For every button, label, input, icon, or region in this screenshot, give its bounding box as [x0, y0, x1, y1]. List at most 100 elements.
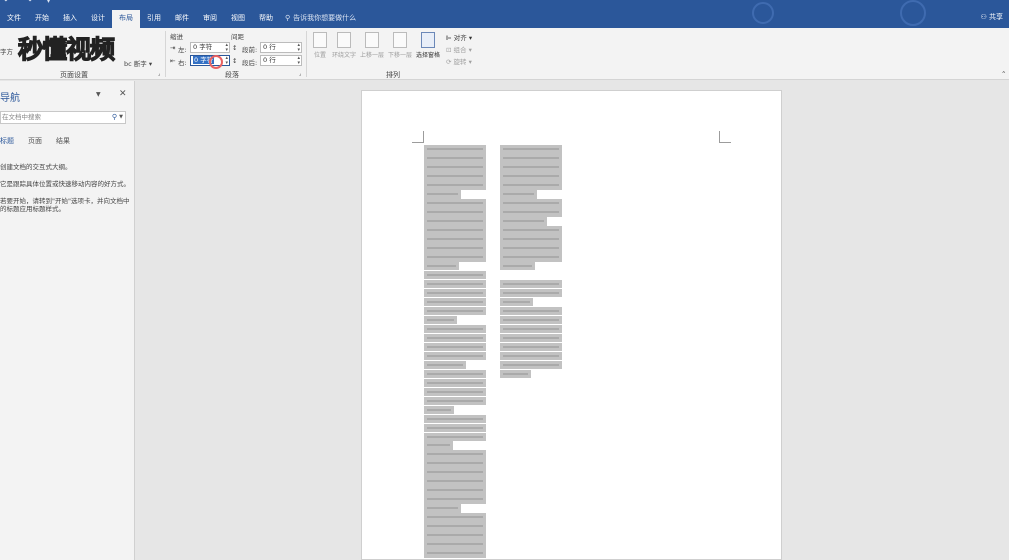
tab-help[interactable]: 帮助	[252, 10, 280, 28]
person-icon: ⚇	[980, 13, 987, 21]
selected-text-line	[424, 504, 462, 514]
tab-view[interactable]: 视图	[224, 10, 252, 28]
nav-tab-results[interactable]: 结果	[56, 136, 70, 146]
tab-home[interactable]: 开始	[28, 10, 56, 28]
spin-arrows-icon[interactable]: ▴ ▾	[297, 43, 300, 53]
selected-text-line	[424, 171, 486, 181]
nav-message-2: 它是跟踪具体位置或快速移动内容的好方式。	[0, 180, 130, 188]
tab-layout[interactable]: 布局	[112, 10, 140, 28]
rotate-icon: ⟳	[446, 58, 452, 66]
nav-tab-headings[interactable]: 标题	[0, 136, 14, 146]
selected-text-line	[424, 342, 486, 352]
spacing-after-input[interactable]: 0 行 ▴ ▾	[260, 55, 302, 66]
share-button[interactable]: ⚇ 共享	[980, 12, 1003, 22]
tell-me-box[interactable]: ⚲ 告诉我你想要做什么	[285, 13, 356, 23]
spacing-before-icon: ↕	[232, 44, 238, 52]
tab-file[interactable]: 文件	[0, 10, 28, 28]
close-icon[interactable]: ✕	[119, 89, 127, 99]
selected-text-line	[500, 207, 562, 217]
wrap-text-button[interactable]: 环绕文字	[330, 30, 358, 59]
selected-text-line	[500, 306, 562, 316]
selected-text-column-1[interactable]	[424, 145, 486, 558]
decorative-circle	[752, 2, 774, 24]
paragraph-launcher-icon[interactable]: ⌟	[299, 71, 301, 77]
navigation-title: 导航	[0, 93, 20, 104]
selected-text-line	[424, 261, 459, 271]
navigation-pane: 导航 ▼ ✕ 在文档中搜索 ⚲ ▼ 标题 页面 结果 创建文档的交互式大纲。 它…	[0, 81, 135, 560]
selected-text-line	[500, 189, 538, 199]
align-button[interactable]: ⊫ 对齐 ▾	[446, 32, 472, 42]
selected-text-line	[424, 162, 486, 172]
orientation-label[interactable]: 字方	[0, 46, 13, 56]
selected-text-line	[424, 495, 486, 505]
selected-text-line	[424, 297, 486, 307]
selected-text-line	[500, 162, 562, 172]
send-backward-label: 下移一层	[387, 52, 412, 59]
tab-design[interactable]: 设计	[84, 10, 112, 28]
spacing-after-value: 0 行	[263, 56, 276, 64]
page-setup-launcher-icon[interactable]: ⌟	[158, 71, 160, 77]
selected-text-line	[424, 486, 486, 496]
selected-text-line	[424, 405, 454, 415]
spin-arrows-icon[interactable]: ▴ ▾	[225, 43, 228, 53]
spacing-before-input[interactable]: 0 行 ▴ ▾	[260, 42, 302, 53]
selected-text-line	[424, 145, 486, 154]
selected-text-line	[500, 243, 562, 253]
hyphenation-icon: bc	[124, 60, 132, 68]
selected-text-line	[500, 342, 562, 352]
tab-mailings[interactable]: 邮件	[168, 10, 196, 28]
selected-text-line	[424, 207, 486, 217]
selected-text-line	[424, 225, 486, 235]
align-label: 对齐	[453, 34, 467, 42]
selected-text-line	[500, 171, 562, 181]
send-backward-button[interactable]: 下移一层	[386, 30, 414, 59]
selected-text-column-2[interactable]	[500, 145, 562, 379]
search-icon[interactable]: ⚲	[112, 112, 117, 123]
tab-references[interactable]: 引用	[140, 10, 168, 28]
selected-text-line	[424, 468, 486, 478]
selected-text-line	[424, 477, 486, 487]
collapse-ribbon-icon[interactable]: ⌃	[1001, 70, 1006, 78]
nav-tab-pages[interactable]: 页面	[28, 136, 42, 146]
selected-text-line	[424, 360, 467, 370]
selection-pane-icon	[421, 32, 435, 48]
spacing-before-value: 0 行	[263, 43, 276, 51]
chevron-down-icon[interactable]: ▼	[119, 112, 123, 123]
indent-header: 缩进	[170, 33, 183, 41]
bring-forward-button[interactable]: 上移一层	[358, 30, 386, 59]
indent-left-value: 0 字符	[193, 43, 213, 51]
selected-text-line	[500, 315, 562, 325]
group-button[interactable]: ⊡ 组合 ▾	[446, 44, 472, 54]
selected-text-line	[424, 387, 486, 397]
indent-right-label: 右:	[178, 59, 187, 67]
document-page[interactable]	[361, 90, 782, 560]
position-label: 位置	[313, 52, 326, 59]
selected-text-line	[424, 234, 486, 244]
tab-insert[interactable]: 插入	[56, 10, 84, 28]
selected-text-line	[424, 243, 486, 253]
indent-left-input[interactable]: 0 字符 ▴ ▾	[190, 42, 230, 53]
selected-text-line	[500, 216, 548, 226]
title-bar: ↶ ↷ ▾ 文件 开始 插入 设计 布局 引用 邮件 审阅 视图 帮助 ⚲ 告诉我…	[0, 0, 1009, 28]
tab-review[interactable]: 审阅	[196, 10, 224, 28]
paragraph-group-label: 段落	[225, 71, 239, 79]
selection-pane-label: 选择窗格	[415, 52, 440, 59]
spacing-after-icon: ↕	[232, 57, 238, 65]
selection-pane-button[interactable]: 选择窗格	[414, 30, 442, 59]
search-input[interactable]: 在文档中搜索 ⚲ ▼	[0, 111, 126, 124]
pane-options-icon[interactable]: ▼	[96, 91, 101, 98]
selected-text-line	[424, 369, 486, 379]
rotate-button[interactable]: ⟳ 旋转 ▾	[446, 56, 472, 66]
selected-text-line	[424, 378, 486, 388]
selected-text-line	[500, 234, 562, 244]
send-backward-icon	[393, 32, 407, 48]
hyphenation-button[interactable]: bc 断字 ▾	[124, 58, 152, 68]
spin-arrows-icon[interactable]: ▴ ▾	[225, 56, 228, 66]
quick-access-toolbar[interactable]: ↶ ↷ ▾	[4, 0, 57, 5]
align-icon: ⊫	[446, 34, 452, 42]
spin-arrows-icon[interactable]: ▴ ▾	[297, 56, 300, 66]
selected-text-line	[500, 333, 562, 343]
selected-text-line	[424, 198, 486, 208]
selected-text-line	[500, 369, 531, 379]
selected-text-line	[424, 549, 486, 558]
